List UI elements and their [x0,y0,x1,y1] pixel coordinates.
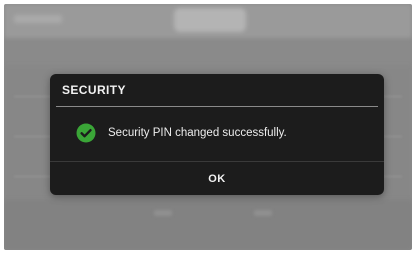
screen: SECURITY Security PIN changed successful… [4,4,412,250]
background-top-bar-button [174,8,246,32]
title-divider [56,106,378,107]
security-dialog: SECURITY Security PIN changed successful… [50,74,384,195]
message-row: Security PIN changed successfully. [76,123,287,143]
background-footer-mark [154,210,172,216]
background-top-bar-label [14,15,62,23]
check-circle-icon [76,123,96,143]
dialog-title: SECURITY [62,83,126,97]
background-footer [4,200,412,250]
dialog-message: Security PIN changed successfully. [108,127,287,139]
ok-button[interactable]: OK [50,162,384,195]
background-top-bar [4,4,412,38]
device-frame: SECURITY Security PIN changed successful… [0,0,419,254]
background-section-title [20,46,24,60]
background-footer-mark [254,210,272,216]
